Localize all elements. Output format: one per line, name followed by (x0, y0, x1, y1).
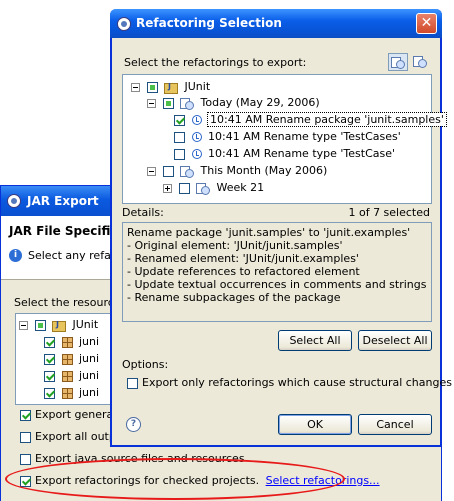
tree-label: JUnit (184, 80, 211, 93)
package-checkbox[interactable] (44, 353, 55, 365)
junit-checkbox[interactable] (146, 81, 158, 93)
week-checkbox[interactable] (178, 182, 190, 194)
tree-row-package[interactable]: juni (44, 351, 102, 367)
info-icon: i (9, 249, 22, 262)
java-project-icon (164, 79, 178, 95)
tree-label: Today (May 29, 2006) (200, 96, 320, 109)
tree-row-junit[interactable]: JUnit (131, 79, 213, 95)
structural-changes-option[interactable]: Export only refactorings which cause str… (127, 376, 452, 389)
package-checkbox[interactable] (44, 387, 55, 399)
select-all-button[interactable]: Select All (278, 330, 352, 351)
refactoring-checkbox[interactable] (174, 148, 185, 160)
details-line: - Renamed element: 'JUnit/junit.examples… (127, 252, 359, 265)
option-label: Export refactorings for checked projects… (35, 474, 260, 487)
package-checkbox[interactable] (44, 370, 55, 382)
package-icon (61, 387, 73, 399)
refactoring-group-icon (196, 182, 210, 195)
details-textarea[interactable]: Rename package 'junit.samples' to 'junit… (122, 222, 432, 322)
wizard-page-title: JAR File Specific (9, 224, 118, 238)
export-java-source-option[interactable]: Export java source files and resources (20, 452, 245, 465)
refactoring-group-icon (180, 165, 194, 178)
tree-label: juni (79, 369, 100, 382)
show-project-grouping-button[interactable] (411, 53, 431, 71)
junit-checkbox[interactable] (34, 319, 46, 331)
package-icon (61, 353, 73, 365)
tree-row-month[interactable]: This Month (May 2006) (147, 163, 330, 179)
tree-row-refactoring[interactable]: 10:41 AM Rename type 'TestCase' (174, 146, 398, 162)
tree-row-week[interactable]: Week 21 (163, 180, 267, 196)
clock-icon (191, 132, 202, 142)
select-refactorings-label: Select the refactorings to export: (124, 56, 307, 69)
eclipse-icon (7, 194, 21, 208)
collapse-icon[interactable] (19, 320, 28, 330)
structural-changes-checkbox[interactable] (127, 377, 138, 389)
tree-row-refactoring[interactable]: 10:41 AM Rename type 'TestCases' (174, 129, 404, 145)
export-refactorings-option[interactable]: Export refactorings for checked projects… (20, 474, 380, 487)
tree-label: 10:41 AM Rename type 'TestCase' (208, 147, 396, 160)
package-icon (61, 336, 73, 348)
select-refactorings-link[interactable]: Select refactorings... (266, 474, 380, 487)
tree-label: 10:41 AM Rename type 'TestCases' (208, 130, 401, 143)
close-button[interactable]: ✕ (416, 13, 437, 34)
expand-icon[interactable] (163, 183, 172, 193)
tree-row-package[interactable]: juni (44, 385, 102, 401)
details-line: - Original element: 'JUnit/junit.samples… (127, 239, 343, 252)
export-java-source-checkbox[interactable] (20, 453, 31, 465)
calendar-icon (391, 56, 405, 69)
collapse-icon[interactable] (147, 98, 156, 108)
refactoring-tree[interactable]: JUnit Today (May 29, 2006) 10:41 AM Rena… (122, 74, 447, 204)
tree-row-today[interactable]: Today (May 29, 2006) (147, 95, 323, 111)
selection-count: 1 of 7 selected (348, 206, 430, 219)
options-label: Options: (122, 358, 169, 371)
refactoring-icon (413, 55, 427, 68)
tree-row-package[interactable]: juni (44, 334, 102, 350)
details-line: - Rename subpackages of the package (127, 291, 341, 304)
package-checkbox[interactable] (44, 336, 55, 348)
tree-row-package[interactable]: juni (44, 368, 102, 384)
today-checkbox[interactable] (162, 97, 174, 109)
export-all-output-checkbox[interactable] (20, 431, 31, 443)
tree-label: juni (79, 335, 100, 348)
eclipse-icon (117, 17, 131, 31)
show-date-grouping-button[interactable] (388, 53, 408, 71)
export-refactorings-checkbox[interactable] (20, 475, 31, 487)
refactoring-selection-dialog: Refactoring Selection ✕ Select the refac… (110, 9, 452, 447)
details-label: Details: (122, 206, 164, 219)
tree-label: juni (79, 386, 100, 399)
refactoring-checkbox[interactable] (174, 131, 185, 143)
details-line: - Update references to refactored elemen… (127, 265, 360, 278)
tree-label: Week 21 (216, 181, 265, 194)
tree-label: JUnit (72, 318, 99, 331)
tree-row-refactoring[interactable]: 10:41 AM Rename package 'junit.samples' (174, 112, 449, 128)
export-generated-checkbox[interactable] (20, 409, 31, 421)
export-all-output-option[interactable]: Export all outpu (20, 430, 123, 443)
collapse-icon[interactable] (147, 166, 156, 176)
details-line: Rename package 'junit.samples' to 'junit… (127, 226, 411, 239)
collapse-icon[interactable] (131, 82, 140, 92)
refactoring-group-icon (180, 97, 194, 110)
clock-icon (191, 149, 202, 159)
dialog-titlebar[interactable]: Refactoring Selection ✕ (110, 9, 442, 38)
clock-icon (191, 115, 202, 125)
export-generated-option[interactable]: Export generate (20, 408, 124, 421)
refactoring-checkbox[interactable] (174, 114, 185, 126)
ok-button[interactable]: OK (278, 414, 352, 435)
help-icon[interactable]: ? (126, 417, 141, 432)
tree-label-selected: 10:41 AM Rename package 'junit.samples' (207, 112, 447, 127)
tree-row-junit[interactable]: JUnit (19, 317, 101, 333)
dialog-title: Refactoring Selection (136, 16, 282, 30)
jar-export-title: JAR Export (27, 194, 99, 208)
month-checkbox[interactable] (162, 165, 174, 177)
details-line: - Update textual occurrences in comments… (127, 278, 427, 291)
tree-label: juni (79, 352, 100, 365)
option-label: Export only refactorings which cause str… (142, 376, 452, 389)
cancel-button[interactable]: Cancel (358, 414, 432, 435)
tree-label: This Month (May 2006) (200, 164, 328, 177)
option-label: Export java source files and resources (35, 452, 245, 465)
deselect-all-button[interactable]: Deselect All (358, 330, 432, 351)
java-project-icon (52, 317, 66, 333)
package-icon (61, 370, 73, 382)
